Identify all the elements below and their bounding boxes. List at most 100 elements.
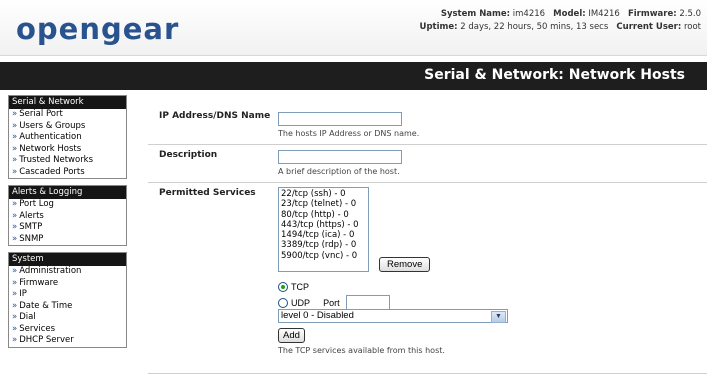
header: opengear System Name: im4216 Model: IM42… <box>0 0 707 56</box>
system-name-value: im4216 <box>512 9 546 19</box>
udp-label: UDP <box>291 297 311 308</box>
permitted-services-field-group: 22/tcp (ssh) - 0 23/tcp (telnet) - 0 80/… <box>278 187 508 355</box>
udp-option: UDP Port <box>278 292 508 311</box>
access-level-value: level 0 - Disabled <box>281 310 354 321</box>
service-option[interactable]: 80/tcp (http) - 0 <box>281 210 366 220</box>
sidebar-item-label: Users & Groups <box>19 120 86 131</box>
port-label: Port <box>323 297 340 308</box>
service-option[interactable]: 22/tcp (ssh) - 0 <box>281 189 366 199</box>
sidebar-item-dhcp-server[interactable]: » DHCP Server <box>9 335 126 347</box>
sidebar-item-users-groups[interactable]: » Users & Groups <box>9 121 126 133</box>
sidebar-item-port-log[interactable]: » Port Log <box>9 199 126 211</box>
arrow-icon: » <box>12 277 18 288</box>
access-level-select[interactable]: level 0 - Disabled ▼ <box>278 309 508 323</box>
arrow-icon: » <box>12 222 18 232</box>
ip-address-field-group: The hosts IP Address or DNS name. <box>278 112 419 138</box>
uptime-label: Uptime: <box>419 22 458 32</box>
firmware-value: 2.5.0 <box>679 9 701 19</box>
firmware-label: Firmware: <box>627 9 677 19</box>
permitted-services-row: Permitted Services 22/tcp (ssh) - 0 23/t… <box>148 183 707 374</box>
sidebar-item-cascaded-ports[interactable]: » Cascaded Ports <box>9 167 126 179</box>
tcp-option: TCP <box>278 276 508 292</box>
sidebar-item-serial-port[interactable]: » Serial Port <box>9 109 126 121</box>
service-option[interactable]: 443/tcp (https) - 0 <box>281 220 366 230</box>
sidebar-item-label: Administration <box>19 266 82 276</box>
sidebar-section-alerts-logging: Alerts & Logging » Port Log » Alerts » SMTP… <box>8 185 127 246</box>
tcp-radio[interactable] <box>278 281 288 292</box>
arrow-icon: » <box>12 120 18 131</box>
arrow-icon: » <box>12 312 18 322</box>
sidebar-item-dial[interactable]: » Dial <box>9 312 126 324</box>
arrow-icon: » <box>12 323 18 334</box>
arrow-icon: » <box>12 233 18 244</box>
ip-address-label: IP Address/DNS Name <box>159 111 271 121</box>
sidebar-item-label: Services <box>19 323 56 334</box>
sidebar-item-label: SMTP <box>19 222 43 232</box>
arrow-icon: » <box>12 166 18 177</box>
sidebar-item-firmware[interactable]: » Firmware <box>9 278 126 290</box>
sidebar-item-snmp[interactable]: » SNMP <box>9 234 126 246</box>
page: opengear System Name: im4216 Model: IM42… <box>0 0 707 374</box>
tcp-label: TCP <box>291 281 309 292</box>
service-option[interactable]: 3389/tcp (rdp) - 0 <box>281 240 366 250</box>
sidebar-item-label: SNMP <box>19 233 44 244</box>
permitted-services-label: Permitted Services <box>159 188 256 198</box>
sidebar-item-services[interactable]: » Services <box>9 324 126 336</box>
sidebar-item-label: Cascaded Ports <box>19 166 85 177</box>
arrow-icon: » <box>12 143 18 154</box>
sidebar-item-ip[interactable]: » IP <box>9 289 126 301</box>
arrow-icon: » <box>12 132 18 142</box>
ip-address-hint: The hosts IP Address or DNS name. <box>278 129 420 138</box>
service-option[interactable]: 23/tcp (telnet) - 0 <box>281 199 366 209</box>
sidebar-item-label: DHCP Server <box>19 335 74 345</box>
arrow-icon: » <box>12 289 18 299</box>
service-option[interactable]: 1494/tcp (ica) - 0 <box>281 230 366 240</box>
sidebar-section-title: System <box>9 253 126 266</box>
arrow-icon: » <box>12 109 18 119</box>
sidebar-item-trusted-networks[interactable]: » Trusted Networks <box>9 155 126 167</box>
sidebar-item-label: Network Hosts <box>19 143 82 154</box>
sidebar-item-label: Port Log <box>19 199 54 209</box>
sidebar-item-alerts[interactable]: » Alerts <box>9 211 126 223</box>
arrow-icon: » <box>12 155 18 165</box>
arrow-icon: » <box>12 266 18 276</box>
sidebar-item-smtp[interactable]: » SMTP <box>9 222 126 234</box>
system-name-label: System Name: <box>440 9 511 19</box>
host-form: IP Address/DNS Name The hosts IP Address… <box>148 99 707 374</box>
sidebar-item-label: Trusted Networks <box>19 155 94 165</box>
sidebar-item-authentication[interactable]: » Authentication <box>9 132 126 144</box>
sidebar-item-network-hosts[interactable]: » Network Hosts <box>9 144 126 156</box>
arrow-icon: » <box>12 199 18 209</box>
title-bar: Serial & Network: Network Hosts <box>0 62 707 90</box>
ip-address-input[interactable] <box>278 112 402 126</box>
arrow-icon: » <box>12 335 18 345</box>
arrow-icon: » <box>12 210 18 221</box>
sidebar: Serial & Network » Serial Port » Users & G… <box>8 95 127 354</box>
services-listbox[interactable]: 22/tcp (ssh) - 0 23/tcp (telnet) - 0 80/… <box>278 187 369 272</box>
sidebar-item-label: Date & Time <box>19 300 73 311</box>
page-title: Serial & Network: Network Hosts <box>424 67 685 83</box>
model-value: IM4216 <box>588 9 620 19</box>
description-hint: A brief description of the host. <box>278 167 400 176</box>
sidebar-item-administration[interactable]: » Administration <box>9 266 126 278</box>
current-user-label: Current User: <box>616 22 682 32</box>
description-input[interactable] <box>278 150 402 164</box>
chevron-down-icon[interactable]: ▼ <box>491 311 506 323</box>
sidebar-item-date-time[interactable]: » Date & Time <box>9 301 126 313</box>
opengear-logo[interactable]: opengear <box>16 12 179 46</box>
sidebar-item-label: Authentication <box>19 132 82 142</box>
sidebar-section-title: Alerts & Logging <box>9 186 126 199</box>
sidebar-section-serial-network: Serial & Network » Serial Port » Users & G… <box>8 95 127 179</box>
remove-button[interactable]: Remove <box>379 257 431 272</box>
uptime-value: 2 days, 22 hours, 50 mins, 13 secs <box>460 22 609 32</box>
description-label: Description <box>159 150 218 160</box>
ip-address-row: IP Address/DNS Name The hosts IP Address… <box>148 99 707 145</box>
udp-radio[interactable] <box>278 297 288 308</box>
current-user-value: root <box>683 22 701 32</box>
arrow-icon: » <box>12 300 18 311</box>
sidebar-item-label: IP <box>19 289 27 299</box>
description-field-group: A brief description of the host. <box>278 150 402 176</box>
sidebar-item-label: Firmware <box>19 277 59 288</box>
service-option[interactable]: 5900/tcp (vnc) - 0 <box>281 251 366 261</box>
add-button[interactable]: Add <box>278 328 305 343</box>
